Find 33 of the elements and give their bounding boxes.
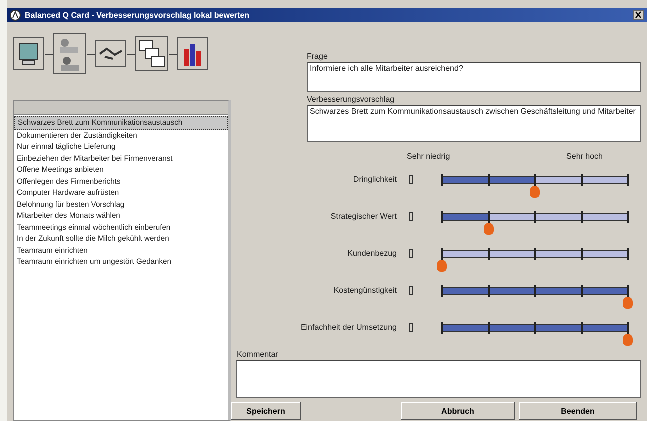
dialog-button[interactable]: Beenden bbox=[519, 402, 637, 420]
dialog-button[interactable]: Abbruch bbox=[401, 402, 515, 420]
criterion-label: Kostengünstigkeit bbox=[332, 286, 397, 295]
field-label: Frage bbox=[307, 52, 329, 61]
close-icon[interactable] bbox=[633, 10, 644, 20]
criterion-label: Strategischer Wert bbox=[330, 212, 397, 221]
slider-thumb[interactable] bbox=[623, 296, 633, 308]
criterion-label: Kundenbezug bbox=[346, 249, 397, 258]
slider-thumb[interactable] bbox=[530, 186, 540, 198]
scale-label: Sehr niedrig bbox=[407, 152, 450, 161]
field-label: Verbesserungsvorschlag bbox=[307, 95, 396, 104]
comment-field[interactable] bbox=[236, 360, 641, 398]
scale-label: Sehr hoch bbox=[566, 152, 603, 161]
app-icon bbox=[10, 10, 21, 20]
window-title: Balanced Q Card - Verbesserungsvorschlag lokal bewerten bbox=[25, 10, 250, 20]
criterion-label: Dringlichkeit bbox=[352, 175, 397, 184]
bar-chart-icon[interactable] bbox=[177, 37, 209, 71]
windows-icon[interactable] bbox=[135, 36, 169, 72]
criterion-label: Einfachheit der Umsetzung bbox=[300, 323, 397, 332]
marker-icon bbox=[409, 175, 413, 184]
people-icon[interactable] bbox=[53, 33, 87, 75]
marker-icon bbox=[409, 212, 413, 221]
marker-icon bbox=[409, 323, 413, 332]
dialog-button[interactable]: Speichern bbox=[231, 402, 301, 420]
slider-thumb[interactable] bbox=[437, 260, 447, 272]
slider-thumb[interactable] bbox=[623, 334, 633, 346]
slider-thumb[interactable] bbox=[484, 222, 494, 234]
marker-icon bbox=[409, 249, 413, 258]
monitor-icon[interactable] bbox=[13, 37, 45, 71]
marker-icon bbox=[409, 286, 413, 295]
field-label: Kommentar bbox=[237, 350, 280, 359]
proposal-field[interactable]: Schwarzes Brett zum Kommunikationsaustausch zwischen Geschäftsleitung und Mitarbeiter bbox=[307, 105, 641, 142]
question-field[interactable]: Informiere ich alle Mitarbeiter ausreichend? bbox=[307, 62, 641, 92]
